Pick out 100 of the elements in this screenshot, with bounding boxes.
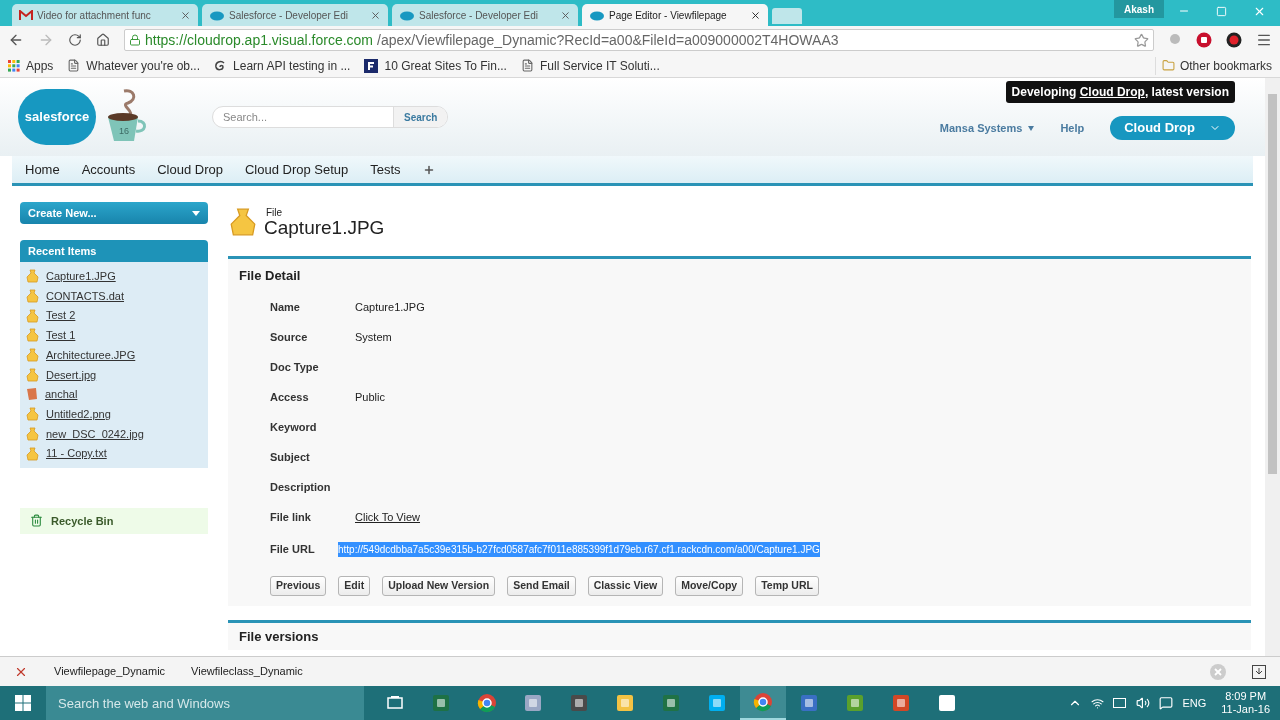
nav-tab[interactable]: Cloud Drop — [157, 159, 223, 180]
section-title: File versions — [239, 627, 319, 646]
browser-tab[interactable]: Video for attachment func — [12, 4, 198, 26]
file-link[interactable]: Click To View — [355, 508, 420, 526]
field-label: Access — [270, 389, 310, 405]
page-icon — [520, 59, 534, 72]
recent-item-link[interactable]: Architecturee.JPG — [46, 346, 136, 364]
recent-item-link[interactable]: Untitled2.png — [46, 405, 111, 423]
menu-icon[interactable] — [1256, 32, 1272, 48]
language-indicator[interactable]: ENG — [1182, 694, 1207, 712]
file-icon — [26, 367, 39, 382]
field-label: Description — [270, 479, 332, 495]
other-bookmarks[interactable]: Other bookmarks — [1154, 56, 1272, 75]
bookmark-star-icon[interactable] — [1134, 32, 1149, 48]
nav-tab[interactable]: Home — [25, 159, 60, 180]
section-title: File Detail — [238, 266, 302, 285]
recent-items-header: Recent Items — [20, 240, 208, 262]
cloud-icon — [399, 9, 415, 21]
trash-icon — [30, 514, 43, 528]
field-label: File link — [270, 509, 312, 525]
recent-item-link[interactable]: anchal — [45, 386, 78, 403]
file-icon — [26, 269, 39, 284]
add-tab-icon[interactable] — [422, 163, 435, 176]
letter-logo-icon — [364, 58, 379, 73]
caret-icon — [1028, 125, 1035, 131]
file-icon — [26, 426, 39, 441]
search-button[interactable]: Search — [393, 107, 448, 127]
lock-icon — [129, 34, 141, 46]
file-icon — [26, 328, 39, 343]
browser-tab[interactable]: Page Editor - Viewfilepage — [582, 4, 768, 26]
recent-item-link[interactable]: Test 1 — [46, 327, 76, 344]
cloud-icon — [209, 9, 225, 21]
field-label: Subject — [270, 449, 311, 465]
action-button[interactable]: Edit — [338, 576, 371, 596]
tooltip: Developing Cloud Drop, latest version — [1005, 81, 1235, 103]
close-icon[interactable] — [750, 9, 761, 21]
footer-link[interactable]: Viewfilepage_Dynamic — [54, 663, 166, 680]
release-number: 16 — [119, 125, 129, 138]
field-value: Public — [355, 389, 385, 405]
volume-icon[interactable] — [1136, 696, 1151, 710]
wifi-icon[interactable] — [1091, 696, 1105, 710]
action-button[interactable]: Classic View — [587, 576, 664, 596]
bookmark[interactable]: Whatever you're ob... — [67, 56, 201, 75]
recent-item-link[interactable]: CONTACTS.dat — [46, 287, 125, 305]
browser-tab[interactable]: Salesforce - Developer Edi — [202, 4, 388, 26]
file-icon — [26, 407, 39, 422]
home-icon[interactable] — [96, 33, 110, 47]
file-icon — [26, 308, 39, 323]
recent-item-link[interactable]: Capture1.JPG — [46, 268, 116, 285]
recent-item-link[interactable]: new_DSC_0242.jpg — [46, 425, 144, 443]
notification-icon[interactable] — [1159, 696, 1174, 710]
footer-link[interactable]: Viewfileclass_Dynamic — [191, 663, 303, 680]
action-button[interactable]: Temp URL — [755, 576, 819, 596]
action-button[interactable]: Previous — [270, 576, 327, 596]
browser-icon[interactable] — [477, 693, 497, 713]
download-icon[interactable] — [1252, 664, 1266, 679]
search-field[interactable]: Search... Search — [212, 106, 449, 128]
file-url: http://549dcdbba7a5c39e315b-b27fcd0587afc7f011e885399f1d79eb.r67.cf1.rackcdn.com/a00/Capture1.JPG — [338, 541, 820, 557]
bookmark[interactable]: Apps — [8, 56, 54, 75]
record-title: Capture1.JPG — [264, 217, 385, 237]
bookmark[interactable]: Full Service IT Soluti... — [520, 56, 660, 75]
back-icon[interactable] — [8, 32, 24, 48]
clock[interactable]: 8:09 PM 11-Jan-16 — [1221, 690, 1270, 716]
browser-tab[interactable]: Salesforce - Developer Edi — [392, 4, 578, 26]
recycle-bin-link[interactable]: Recycle Bin — [20, 507, 208, 534]
file-icon — [228, 207, 258, 237]
file-icon — [26, 446, 39, 461]
org-menu[interactable]: Mansa Systems — [939, 119, 1035, 137]
recent-item-link[interactable]: Test 2 — [46, 307, 76, 324]
nav-tab[interactable]: Cloud Drop Setup — [244, 159, 349, 180]
caret-icon — [192, 210, 200, 216]
apps-grid-icon — [8, 59, 20, 72]
recent-item-link[interactable]: Desert.jpg — [46, 366, 97, 384]
bookmark[interactable]: Learn API testing in ... — [214, 56, 351, 75]
recent-item-link[interactable]: 11 - Copy.txt — [46, 445, 107, 462]
page-icon — [67, 59, 81, 72]
windows-start-icon[interactable] — [15, 695, 31, 711]
address-field[interactable]: https://cloudrop.ap1.visual.force.com /apex/Viewfilepage_Dynamic?RecId=a00&FileId=a009000002T4HOWAA3 — [124, 29, 1154, 51]
cloud-icon — [589, 9, 605, 21]
record-icon[interactable] — [1226, 32, 1242, 48]
browser-icon[interactable] — [753, 692, 773, 712]
field-label: Keyword — [270, 419, 318, 435]
file-icon — [26, 348, 39, 363]
scrollbar[interactable] — [1265, 78, 1280, 656]
mail-icon — [19, 9, 33, 21]
action-button[interactable]: Send Email — [507, 576, 576, 596]
nav-tab[interactable]: Accounts — [81, 159, 136, 180]
action-button[interactable]: Move/Copy — [675, 576, 744, 596]
field-label: Source — [270, 329, 309, 345]
field-label: Doc Type — [270, 359, 320, 375]
taskbar-search-field[interactable]: Search the web and Windows — [46, 686, 364, 720]
help-link[interactable]: Help — [1060, 119, 1085, 137]
reload-icon[interactable] — [68, 33, 82, 47]
bookmark[interactable]: 10 Great Sites To Fin... — [364, 56, 507, 75]
action-button[interactable]: Upload New Version — [382, 576, 496, 596]
record-type: File — [265, 207, 284, 218]
field-label: Name — [270, 299, 301, 315]
battery-icon[interactable] — [1113, 698, 1128, 708]
nav-tab[interactable]: Tests — [370, 159, 401, 180]
profile-name[interactable]: Akash — [1114, 0, 1164, 18]
